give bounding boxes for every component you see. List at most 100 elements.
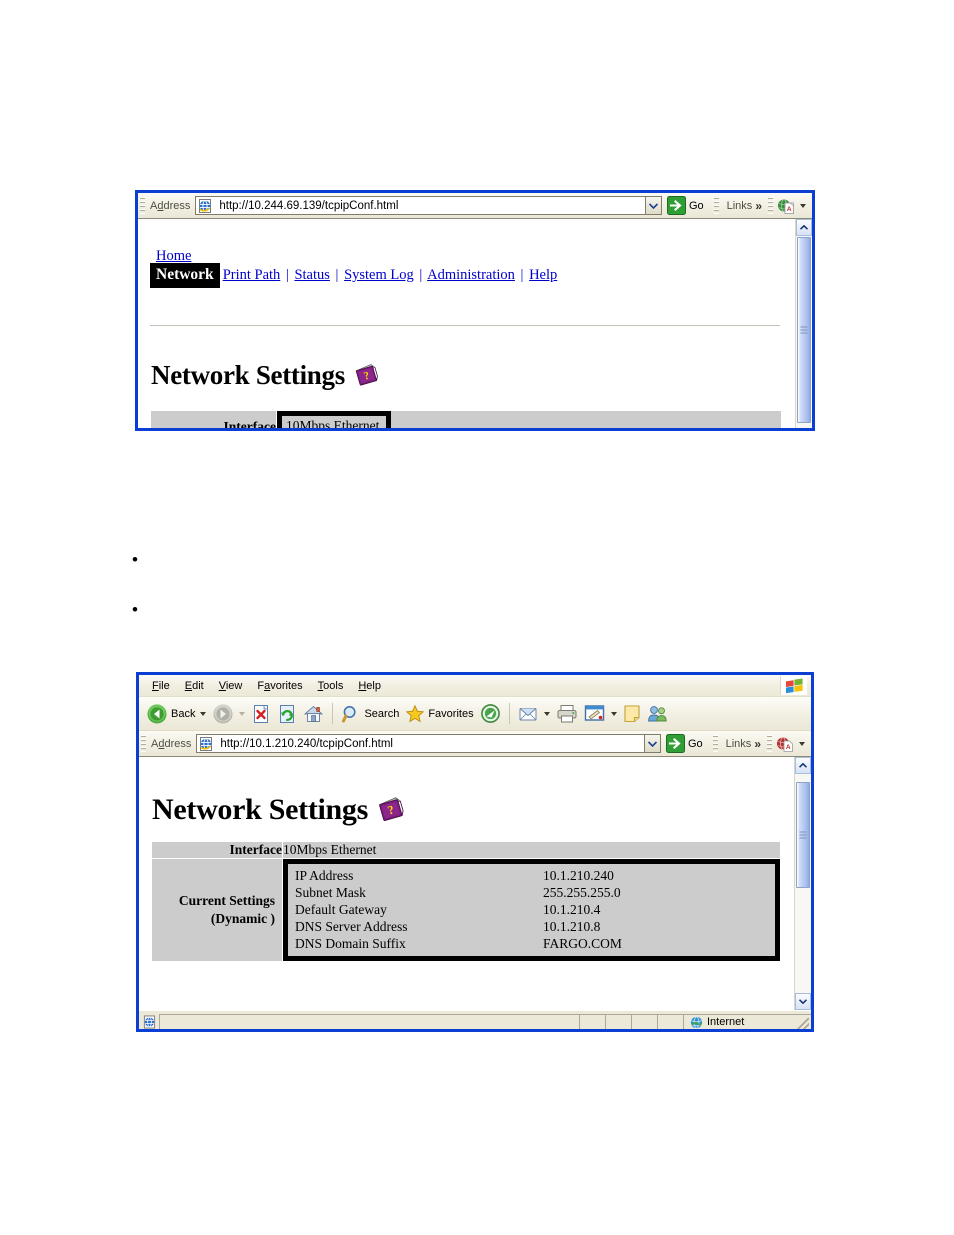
pdf-toolbar-button-bottom[interactable]: A (776, 736, 811, 752)
menu-tools[interactable]: Tools (311, 679, 352, 693)
menu-edit[interactable]: Edit (178, 679, 212, 693)
nav-separator: | (520, 267, 524, 283)
mail-icon (518, 705, 539, 723)
pdf-dropdown-caret[interactable] (799, 741, 805, 746)
status-pane-4 (631, 1013, 657, 1029)
help-book-icon[interactable]: ? (354, 363, 381, 389)
links-label: Links (725, 737, 752, 750)
current-settings-label-line2: (Dynamic ) (210, 911, 275, 926)
current-settings-label-line1: Current Settings (178, 892, 275, 908)
scroll-up-arrow-icon[interactable] (795, 757, 811, 774)
bullet-marker: • (132, 550, 138, 569)
edit-button[interactable] (581, 700, 620, 728)
stop-button[interactable] (248, 700, 274, 728)
address-bar-label: Address (151, 737, 192, 750)
pdf-dropdown-caret[interactable] (800, 203, 806, 208)
vertical-scrollbar-top[interactable] (795, 219, 812, 428)
toolbar-separator (508, 703, 510, 724)
scroll-down-arrow-icon[interactable] (795, 993, 811, 1010)
links-bar-top[interactable]: Links » (722, 195, 762, 217)
menu-file[interactable]: File (145, 679, 178, 693)
mail-dropdown-caret[interactable] (543, 711, 550, 716)
address-input-top[interactable]: http://10.244.69.139/tcpipConf.html (195, 196, 645, 215)
search-magnifier-icon (341, 704, 361, 724)
extra-grip[interactable] (768, 197, 773, 214)
nav-link-administration[interactable]: Administration (427, 267, 515, 283)
nav-link-status[interactable]: Status (294, 267, 329, 283)
forward-dropdown-caret (239, 711, 246, 716)
favorites-button[interactable]: Favorites (402, 700, 476, 728)
network-settings-table-top: Interface 10Mbps Ethernet (151, 411, 781, 428)
internet-globe-icon (690, 1016, 703, 1029)
nav-link-network-selected[interactable]: Network (150, 263, 220, 288)
scroll-thumb-top[interactable] (797, 237, 811, 423)
address-bar-label: Address (150, 199, 191, 212)
chevron-overflow-icon[interactable]: » (754, 738, 761, 750)
table-row-current-settings: Current Settings (Dynamic ) IP Address 1… (152, 858, 780, 962)
current-settings-label: Current Settings (Dynamic ) (152, 858, 283, 962)
refresh-button[interactable] (274, 700, 300, 728)
ie-document-icon (196, 198, 215, 213)
chevron-overflow-icon[interactable]: » (755, 200, 762, 212)
links-grip[interactable] (713, 197, 719, 214)
media-button[interactable] (477, 700, 504, 728)
printer-web-page-top: Home Network Print Path | Status | Syste… (138, 219, 795, 428)
svg-text:A: A (787, 206, 792, 213)
messenger-button[interactable] (644, 700, 671, 728)
scroll-thumb-grip (799, 831, 807, 839)
links-label: Links (726, 199, 753, 212)
toolbar-grip[interactable] (140, 197, 145, 214)
edit-dropdown-caret[interactable] (610, 711, 617, 716)
menu-view[interactable]: View (212, 679, 251, 693)
scroll-thumb-bottom[interactable] (796, 782, 810, 888)
links-bar-bottom[interactable]: Links » (721, 733, 761, 755)
links-grip[interactable] (712, 735, 718, 752)
toolbar-grip[interactable] (141, 735, 146, 752)
browser-window-bottom: File Edit View Favorites Tools Help File (136, 672, 814, 1032)
setting-value-default-gateway: 10.1.210.4 (543, 902, 601, 917)
vertical-scrollbar-bottom[interactable] (794, 757, 811, 1010)
setting-value-subnet-mask: 255.255.255.0 (543, 885, 621, 900)
pdf-toolbar-button-top[interactable]: A (777, 198, 812, 214)
home-button[interactable] (300, 700, 327, 728)
page-title-text: Network Settings (152, 793, 369, 826)
address-bar-top: Address http://10.244.69.139/tcpipConf.h… (138, 193, 812, 219)
help-book-icon[interactable]: ? (377, 796, 407, 825)
status-message-pane (159, 1013, 579, 1029)
status-page-icon (139, 1015, 159, 1029)
address-input-bottom[interactable]: http://10.1.210.240/tcpipConf.html (196, 734, 644, 753)
resize-grip[interactable] (797, 1018, 809, 1029)
security-zone-indicator[interactable]: Internet (683, 1013, 811, 1029)
scroll-up-arrow-icon[interactable] (796, 219, 812, 236)
nav-link-help[interactable]: Help (529, 267, 557, 283)
pdf-toolbar-icon: A (777, 198, 795, 214)
search-button[interactable]: Search (338, 700, 402, 728)
go-button-bottom[interactable]: Go (661, 733, 710, 755)
interface-label: Interface (152, 842, 283, 859)
ie-document-icon (197, 736, 216, 751)
mail-button[interactable] (515, 700, 553, 728)
back-button[interactable]: Back (143, 700, 209, 728)
home-icon (303, 704, 324, 724)
notes-button[interactable] (620, 700, 644, 728)
print-button[interactable] (553, 700, 581, 728)
go-button-label: Go (688, 199, 704, 212)
media-icon (480, 703, 501, 724)
bullet-marker: • (132, 600, 138, 619)
menu-help[interactable]: Help (351, 679, 389, 693)
nav-link-print-path[interactable]: Print Path (223, 267, 281, 283)
page-viewport-bottom: Network Settings ? Interface 10Mbps Ethe… (139, 757, 811, 1010)
address-dropdown-bottom[interactable] (643, 734, 661, 753)
go-button-top[interactable]: Go (662, 195, 711, 217)
back-dropdown-caret[interactable] (200, 711, 207, 716)
horizontal-divider (150, 325, 780, 326)
address-dropdown-top[interactable] (644, 196, 662, 215)
interface-label: Interface (151, 411, 277, 428)
menu-favorites[interactable]: Favorites (250, 679, 310, 693)
messenger-icon (647, 704, 668, 723)
setting-value-ip-address: 10.1.210.240 (543, 868, 614, 883)
extra-grip[interactable] (767, 735, 772, 752)
refresh-icon (277, 704, 297, 724)
nav-link-system-log[interactable]: System Log (344, 267, 414, 283)
setting-value-dns-server: 10.1.210.8 (543, 919, 601, 934)
